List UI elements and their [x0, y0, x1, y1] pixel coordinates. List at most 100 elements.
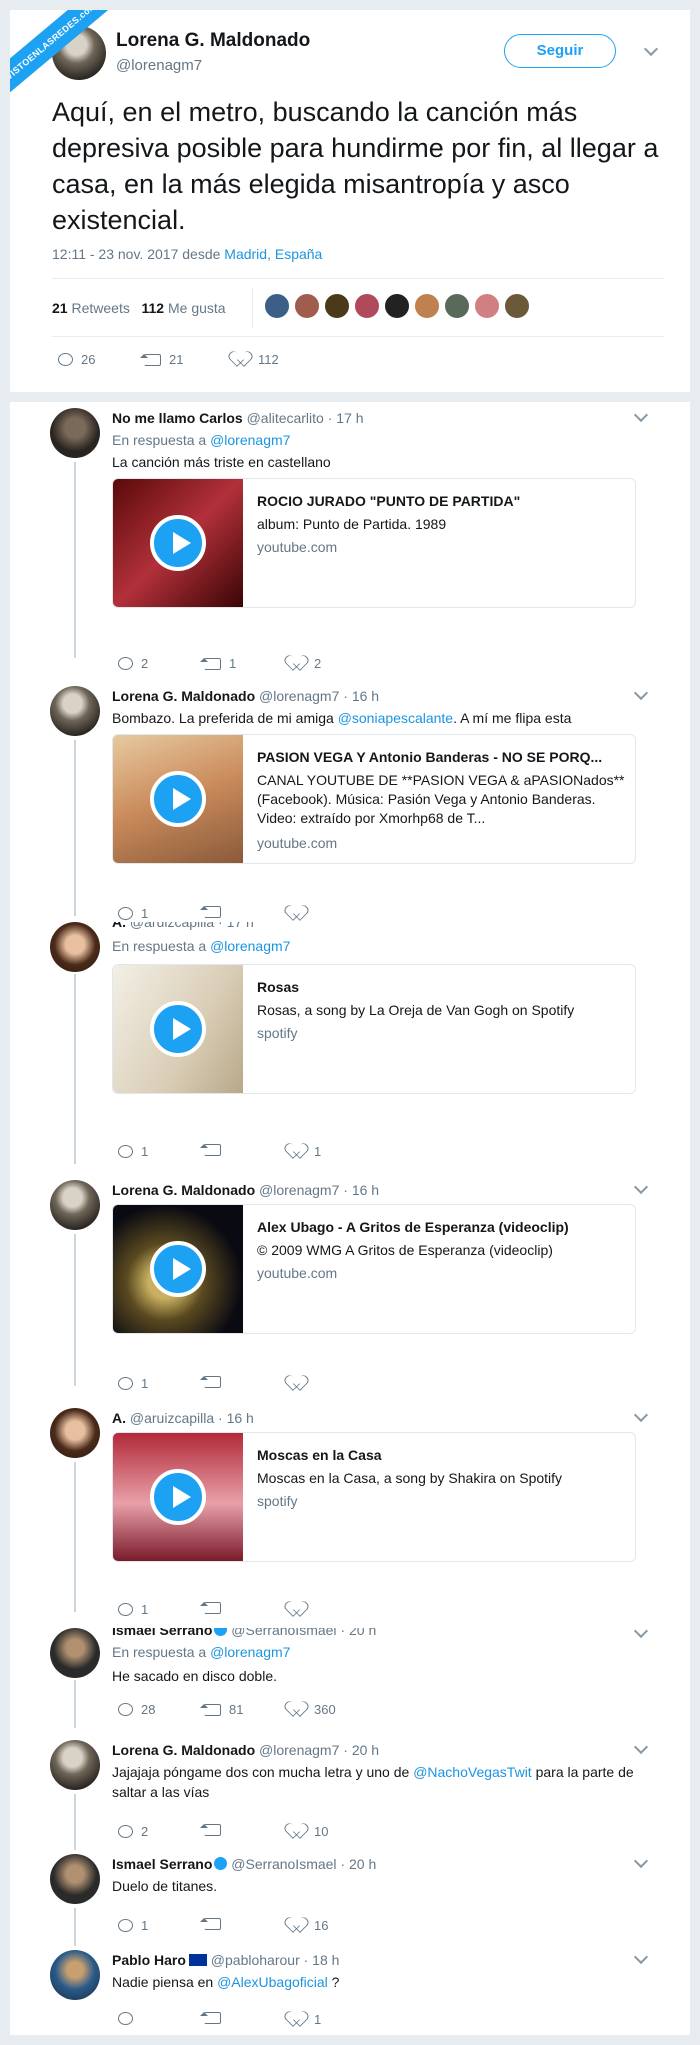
like-button[interactable]	[290, 1376, 314, 1391]
author-name[interactable]: Ismael Serrano	[112, 1856, 212, 1872]
like-button[interactable]: 112	[234, 352, 279, 367]
reply-button[interactable]: 1	[118, 1144, 148, 1159]
author-name[interactable]: Pablo Haro	[112, 1952, 186, 1968]
avatar[interactable]	[50, 1180, 100, 1230]
avatar[interactable]	[474, 293, 500, 319]
retweet-button[interactable]: 1	[200, 656, 236, 671]
mention-link[interactable]: @lorenagm7	[210, 1644, 290, 1660]
author-handle[interactable]: @SerranoIsmael	[231, 1856, 336, 1872]
retweet-button[interactable]: 21	[140, 352, 183, 367]
chevron-down-icon[interactable]	[633, 1628, 649, 1639]
author-name[interactable]: A.	[112, 922, 126, 930]
retweets-count[interactable]: 21	[52, 300, 68, 316]
author-name[interactable]: Lorena G. Maldonado	[116, 30, 310, 52]
play-icon[interactable]	[150, 1241, 206, 1297]
author-handle[interactable]: @aruizcapilla	[130, 922, 214, 930]
mention-link[interactable]: @lorenagm7	[210, 432, 290, 448]
play-icon[interactable]	[150, 515, 206, 571]
retweets-label[interactable]: Retweets	[71, 300, 129, 316]
reply-button[interactable]: 2	[118, 656, 148, 671]
retweet-button[interactable]	[200, 1918, 229, 1930]
retweet-button[interactable]	[200, 1602, 229, 1614]
author-name[interactable]: No me llamo Carlos	[112, 410, 243, 426]
timestamp[interactable]: · 17 h	[218, 922, 254, 930]
author-name[interactable]: Lorena G. Maldonado	[112, 688, 255, 704]
author-name[interactable]: Ismael Serrano	[112, 1628, 212, 1638]
retweet-button[interactable]	[200, 1376, 229, 1388]
avatar[interactable]	[294, 293, 320, 319]
play-icon[interactable]	[150, 771, 206, 827]
author-name[interactable]: Lorena G. Maldonado	[112, 1182, 255, 1198]
link-card[interactable]: ROCIO JURADO "PUNTO DE PARTIDA" album: P…	[112, 478, 636, 608]
mention-link[interactable]: @lorenagm7	[210, 938, 290, 954]
reply-button[interactable]: 1	[118, 1602, 148, 1617]
avatar[interactable]	[414, 293, 440, 319]
author-handle[interactable]: @lorenagm7	[116, 57, 202, 74]
retweet-button[interactable]	[200, 906, 229, 918]
likes-label[interactable]: Me gusta	[168, 300, 226, 316]
like-button[interactable]: 1	[290, 2012, 321, 2027]
timestamp[interactable]: · 20 h	[340, 1628, 376, 1638]
author-name[interactable]: A.	[112, 1410, 126, 1426]
author-handle[interactable]: @lorenagm7	[259, 688, 339, 704]
like-button[interactable]	[290, 906, 314, 921]
avatar[interactable]	[50, 922, 100, 972]
retweet-button[interactable]	[200, 1144, 229, 1156]
likes-count[interactable]: 112	[142, 300, 165, 316]
link-card[interactable]: Moscas en la Casa Moscas en la Casa, a s…	[112, 1432, 636, 1562]
timestamp[interactable]: · 20 h	[340, 1856, 376, 1872]
reply-button[interactable]: 1	[118, 1376, 148, 1391]
avatar[interactable]	[354, 293, 380, 319]
chevron-down-icon[interactable]	[643, 41, 659, 57]
reply-button[interactable]: 28	[118, 1702, 155, 1717]
mention-link[interactable]: @AlexUbagoficial	[217, 1974, 328, 1990]
like-button[interactable]: 10	[290, 1824, 328, 1839]
avatar[interactable]	[50, 686, 100, 736]
mention-link[interactable]: @NachoVegasTwit	[413, 1764, 532, 1780]
reply-button[interactable]: 2	[118, 1824, 148, 1839]
like-button[interactable]: 1	[290, 1144, 321, 1159]
avatar[interactable]	[444, 293, 470, 319]
avatar[interactable]	[50, 1950, 100, 2000]
timestamp[interactable]: · 20 h	[343, 1742, 379, 1758]
chevron-down-icon[interactable]	[633, 1407, 649, 1423]
author-handle[interactable]: @pabloharour	[211, 1952, 300, 1968]
reply-button[interactable]: 1	[118, 1918, 148, 1933]
timestamp-text[interactable]: 12:11 - 23 nov. 2017 desde	[52, 246, 224, 262]
avatar[interactable]	[264, 293, 290, 319]
author-handle[interactable]: @lorenagm7	[259, 1742, 339, 1758]
like-button[interactable]: 360	[290, 1702, 336, 1717]
timestamp[interactable]: · 16 h	[343, 1182, 379, 1198]
reply-tweet[interactable]: A. @aruizcapilla · 16 h Moscas en la Cas…	[10, 1406, 690, 1628]
avatar[interactable]	[50, 1628, 100, 1678]
avatar[interactable]	[384, 293, 410, 319]
author-handle[interactable]: @lorenagm7	[259, 1182, 339, 1198]
like-button[interactable]: 2	[290, 656, 321, 671]
reply-button[interactable]: 26	[58, 352, 95, 367]
link-card[interactable]: Alex Ubago - A Gritos de Esperanza (vide…	[112, 1204, 636, 1334]
author-handle[interactable]: @alitecarlito	[247, 410, 324, 426]
timestamp[interactable]: · 16 h	[343, 688, 379, 704]
author-handle[interactable]: @aruizcapilla	[130, 1410, 214, 1426]
mention-link[interactable]: @soniapescalante	[338, 710, 453, 726]
reply-tweet[interactable]: Ismael Serrano @SerranoIsmael · 20 h En …	[10, 1628, 690, 1736]
author-handle[interactable]: @SerranoIsmael	[231, 1628, 336, 1638]
retweet-button[interactable]	[200, 2012, 229, 2024]
avatar[interactable]	[50, 408, 100, 458]
play-icon[interactable]	[150, 1469, 206, 1525]
retweet-button[interactable]: 81	[200, 1702, 243, 1717]
timestamp[interactable]: · 18 h	[304, 1952, 340, 1968]
author-name[interactable]: Lorena G. Maldonado	[112, 1742, 255, 1758]
avatar[interactable]	[50, 1740, 100, 1790]
reply-button[interactable]: 1	[118, 906, 148, 921]
avatar[interactable]	[50, 1854, 100, 1904]
avatar[interactable]	[504, 293, 530, 319]
reply-tweet[interactable]: A. @aruizcapilla · 17 h En respuesta a @…	[10, 922, 690, 1172]
avatar[interactable]	[50, 1408, 100, 1458]
location-link[interactable]: Madrid, España	[224, 246, 322, 262]
timestamp[interactable]: · 16 h	[218, 1410, 254, 1426]
follow-button[interactable]: Seguir	[504, 34, 616, 68]
retweet-button[interactable]	[200, 1824, 229, 1836]
like-button[interactable]	[290, 1602, 314, 1617]
timestamp[interactable]: · 17 h	[328, 410, 364, 426]
